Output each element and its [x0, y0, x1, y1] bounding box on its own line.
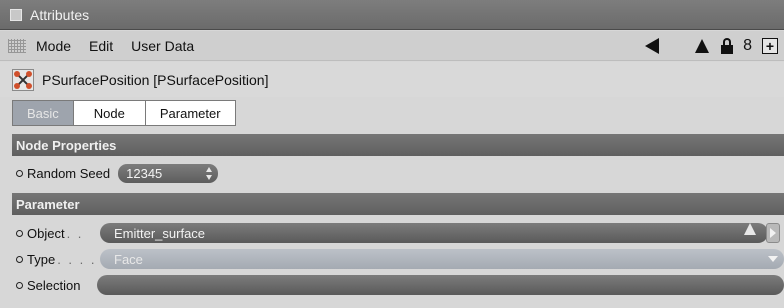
grip-icon[interactable]	[8, 38, 26, 53]
type-row: Type . . . . Face	[12, 246, 784, 272]
object-name: PSurfacePosition [PSurfacePosition]	[42, 71, 269, 88]
spinner-icon[interactable]	[206, 166, 213, 180]
node-icon-dot	[14, 82, 20, 89]
random-seed-label: Random Seed	[27, 165, 111, 181]
menu-toolbar: 8 +	[645, 31, 778, 61]
link-8-icon[interactable]: 8	[743, 37, 752, 55]
animate-bullet-icon[interactable]	[16, 255, 23, 263]
object-link-field[interactable]: Emitter_surface	[100, 223, 768, 243]
object-header: PSurfacePosition [PSurfacePosition]	[0, 62, 784, 97]
menu-user-data[interactable]: User Data	[131, 38, 194, 54]
selection-field[interactable]	[97, 275, 784, 295]
section-title: Parameter	[16, 196, 80, 212]
label-dots: . . . .	[57, 251, 97, 267]
lock-icon[interactable]	[719, 38, 734, 54]
type-label: Type	[27, 251, 56, 267]
node-icon-dot	[14, 70, 20, 77]
lock-body	[721, 45, 734, 54]
type-value: Face	[114, 251, 143, 267]
object-label: Object	[27, 225, 65, 241]
menu-edit[interactable]: Edit	[89, 38, 113, 54]
animate-bullet-icon[interactable]	[16, 281, 23, 289]
tab-node[interactable]: Node	[73, 100, 146, 126]
pick-icon[interactable]	[744, 223, 756, 235]
type-dropdown[interactable]: Face	[100, 249, 784, 269]
link-arrow-button[interactable]	[766, 223, 780, 243]
label-dots: . .	[66, 225, 84, 241]
object-link-value: Emitter_surface	[114, 225, 206, 241]
section-parameter[interactable]: Parameter	[12, 193, 784, 215]
selection-label: Selection	[27, 277, 81, 293]
tab-parameter[interactable]: Parameter	[145, 100, 236, 126]
menu-bar: Mode Edit User Data 8 +	[0, 31, 784, 61]
object-row: Object . . Emitter_surface	[12, 220, 784, 246]
back-arrow-icon[interactable]	[645, 38, 660, 54]
random-seed-value: 12345	[126, 165, 163, 181]
animate-bullet-icon[interactable]	[16, 229, 23, 237]
section-title: Node Properties	[16, 137, 117, 153]
window-title: Attributes	[30, 6, 90, 23]
node-icon-dot	[26, 82, 32, 89]
section-node-properties[interactable]: Node Properties	[12, 134, 784, 156]
menu-mode[interactable]: Mode	[36, 38, 71, 54]
chevron-down-icon	[768, 256, 778, 262]
node-icon	[12, 68, 34, 91]
window-menu-icon[interactable]	[10, 8, 22, 21]
random-seed-row: Random Seed 12345	[12, 160, 784, 186]
add-panel-icon[interactable]: +	[762, 38, 778, 54]
window-title-bar[interactable]: Attributes	[0, 0, 784, 30]
node-icon-dot	[26, 70, 32, 77]
selection-row: Selection	[12, 272, 784, 298]
tab-basic[interactable]: Basic	[12, 100, 74, 126]
up-arrow-icon[interactable]	[695, 39, 710, 53]
random-seed-input[interactable]: 12345	[118, 163, 219, 183]
animate-bullet-icon[interactable]	[16, 169, 23, 177]
tab-bar: Basic Node Parameter	[12, 100, 236, 126]
